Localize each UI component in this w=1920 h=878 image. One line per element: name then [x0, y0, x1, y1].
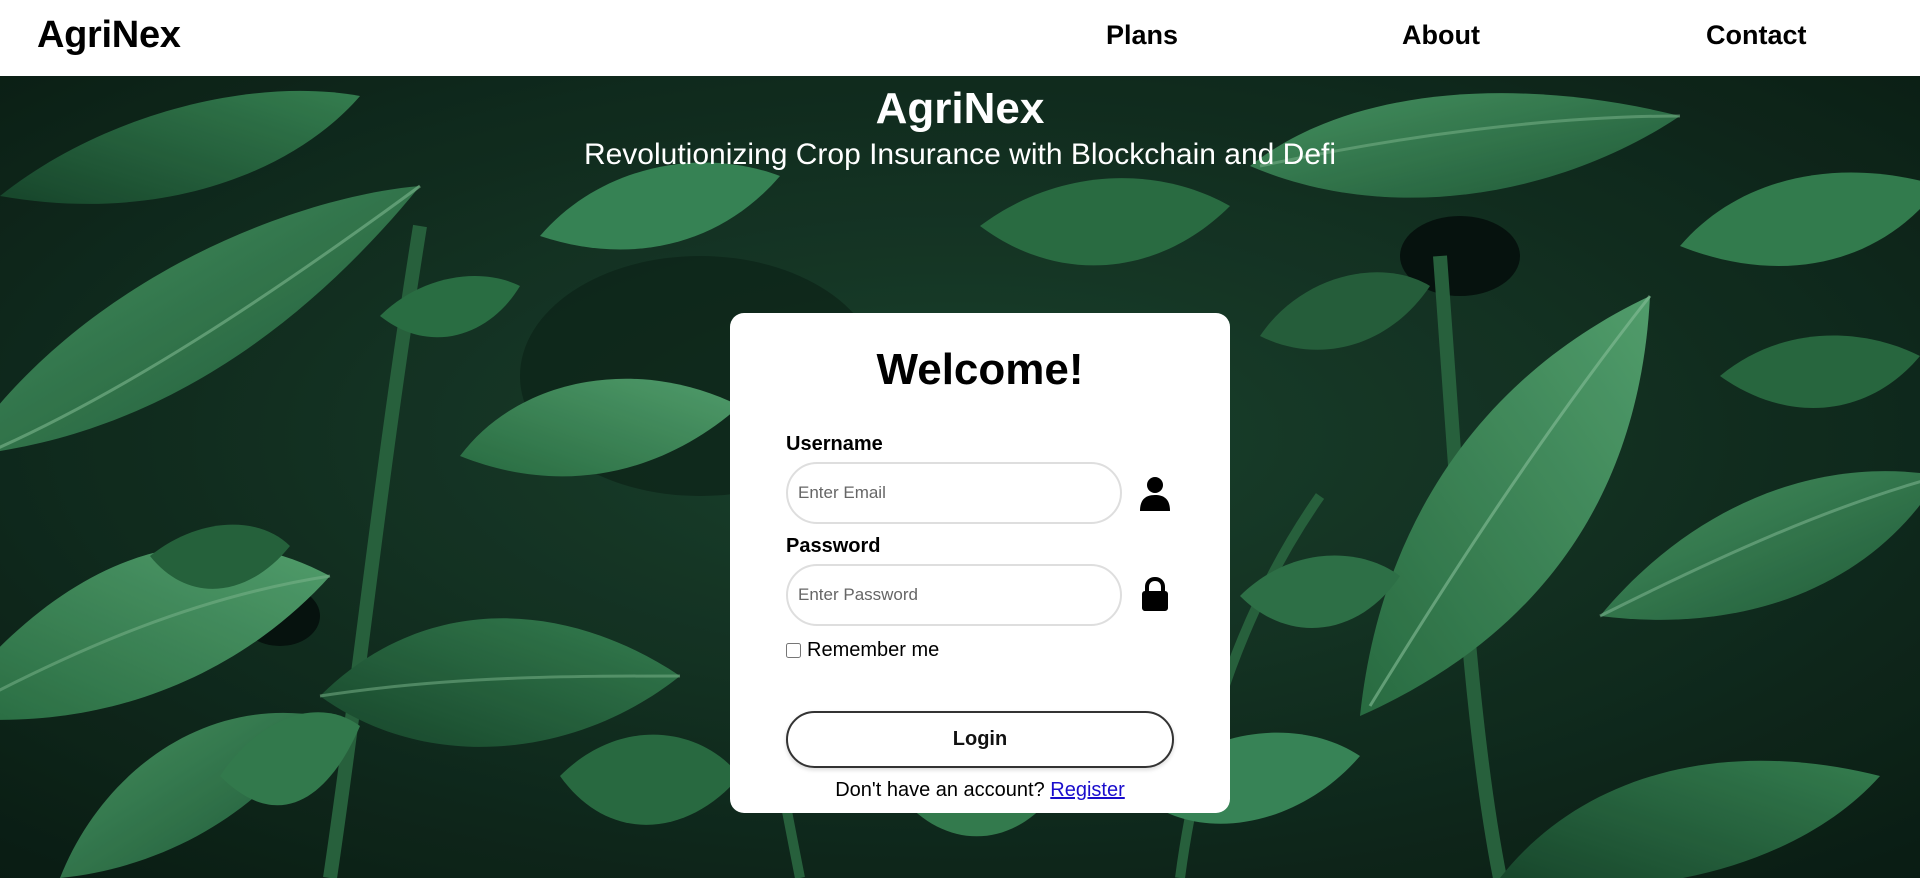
brand-logo[interactable]: AgriNex	[37, 14, 181, 57]
navbar: AgriNex Plans About Contact	[0, 0, 1920, 76]
login-card: Welcome! Username Password Remember me L…	[730, 313, 1230, 813]
password-input[interactable]	[786, 564, 1122, 626]
email-input[interactable]	[786, 462, 1122, 524]
password-label: Password	[786, 535, 881, 557]
hero-subtitle: Revolutionizing Crop Insurance with Bloc…	[583, 138, 1337, 171]
nav-link-plans[interactable]: Plans	[1106, 20, 1178, 51]
remember-me-label[interactable]: Remember me	[807, 639, 939, 662]
remember-me-row: Remember me	[786, 638, 939, 662]
lock-icon	[1142, 576, 1168, 611]
nav-link-about[interactable]: About	[1402, 20, 1480, 51]
register-link[interactable]: Register	[1050, 779, 1124, 801]
remember-me-checkbox[interactable]	[786, 642, 801, 658]
username-label: Username	[786, 433, 883, 455]
login-button[interactable]: Login	[786, 711, 1174, 768]
login-title: Welcome!	[876, 345, 1084, 394]
hero-title: AgriNex	[875, 84, 1045, 133]
register-prompt-text: Don't have an account?	[835, 779, 1045, 801]
nav-link-contact[interactable]: Contact	[1706, 20, 1807, 51]
register-prompt-row: Don't have an account? Register	[730, 779, 1230, 802]
user-icon	[1140, 477, 1170, 511]
